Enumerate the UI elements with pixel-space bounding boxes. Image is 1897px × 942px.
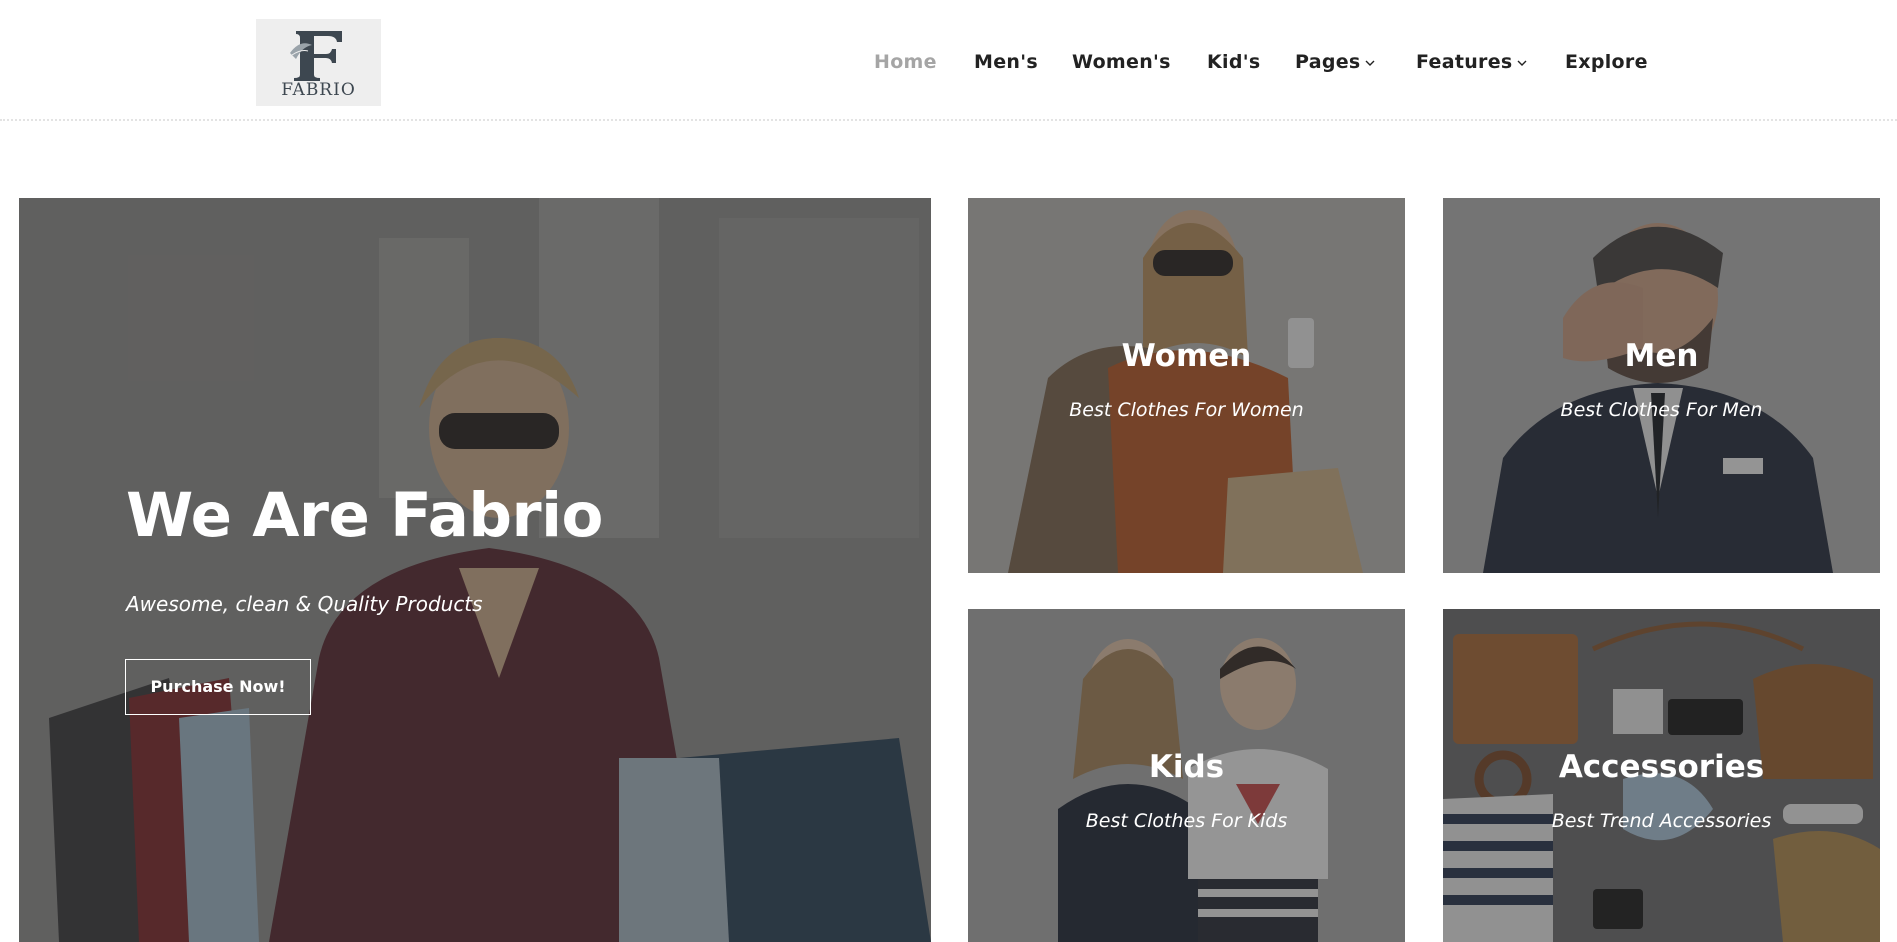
chevron-down-icon xyxy=(1365,60,1375,66)
nav-item-home[interactable]: Home xyxy=(874,47,937,77)
category-tile-kids[interactable]: Kids Best Clothes For Kids xyxy=(968,609,1405,942)
nav-item-kids[interactable]: Kid's xyxy=(1207,47,1260,77)
category-title: Accessories xyxy=(1558,749,1765,785)
nav-item-pages-label: Pages xyxy=(1295,51,1361,73)
hero-overlay xyxy=(19,198,931,942)
category-tile-men[interactable]: Men Best Clothes For Men xyxy=(1443,198,1880,573)
nav-item-features[interactable]: Features xyxy=(1416,47,1527,77)
main-nav: Home Men's Women's Kid's Pages Features … xyxy=(0,47,1897,77)
category-subtitle: Best Trend Accessories xyxy=(1551,810,1772,832)
category-title: Women xyxy=(1121,338,1252,374)
category-subtitle: Best Clothes For Kids xyxy=(1085,810,1288,832)
category-subtitle: Best Clothes For Women xyxy=(1069,399,1304,421)
men-overlay xyxy=(1443,198,1880,573)
hero-subtitle: Awesome, clean & Quality Products xyxy=(126,592,483,616)
nav-item-pages[interactable]: Pages xyxy=(1295,47,1375,77)
women-overlay xyxy=(968,198,1405,573)
category-subtitle: Best Clothes For Men xyxy=(1560,399,1763,421)
chevron-down-icon xyxy=(1517,60,1526,66)
site-header: FABRIO Home Men's Women's Kid's Pages Fe… xyxy=(0,0,1897,121)
category-title: Men xyxy=(1624,338,1699,374)
hero-banner: We Are Fabrio Awesome, clean & Quality P… xyxy=(19,198,931,942)
nav-item-explore[interactable]: Explore xyxy=(1565,47,1648,77)
category-tile-accessories[interactable]: Accessories Best Trend Accessories xyxy=(1443,609,1880,942)
nav-item-womens[interactable]: Women's xyxy=(1072,47,1171,77)
hero-title: We Are Fabrio xyxy=(126,480,603,551)
category-title: Kids xyxy=(1148,749,1225,785)
category-tile-women[interactable]: Women Best Clothes For Women xyxy=(968,198,1405,573)
purchase-now-button[interactable]: Purchase Now! xyxy=(125,659,311,715)
nav-item-features-label: Features xyxy=(1416,51,1513,73)
logo-text: FABRIO xyxy=(281,80,356,100)
nav-item-mens[interactable]: Men's xyxy=(974,47,1038,77)
